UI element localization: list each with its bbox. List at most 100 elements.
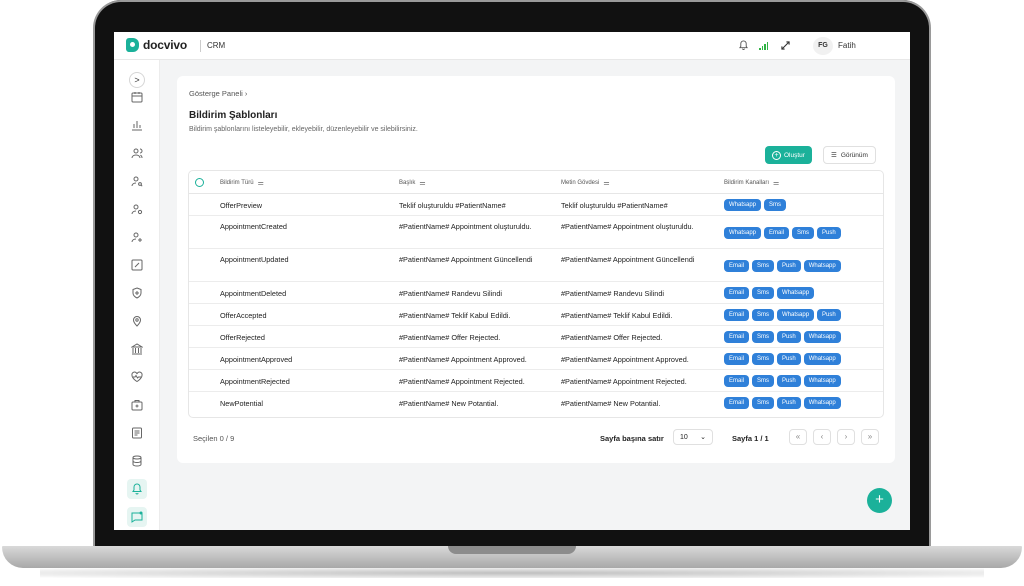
cell-body: #PatientName# Offer Rejected. bbox=[561, 333, 663, 342]
view-button[interactable]: ☰ Görünüm bbox=[823, 146, 876, 164]
table-row[interactable]: OfferAccepted #PatientName# Teklif Kabul … bbox=[189, 304, 883, 326]
channel-badge: Whatsapp bbox=[803, 259, 841, 272]
channel-badge: Push bbox=[817, 226, 841, 239]
sliders-icon: ☰ bbox=[831, 152, 837, 159]
sidebar-item-calendar[interactable] bbox=[127, 87, 147, 107]
filter-icon[interactable]: ⚌ bbox=[603, 179, 609, 187]
location-icon bbox=[132, 316, 142, 327]
rows-per-page-select[interactable]: 10 ⌄ bbox=[673, 429, 713, 445]
top-bar: docvivo CRM FG Fatih bbox=[114, 32, 910, 60]
table-row[interactable]: NewPotential #PatientName# New Potantial.… bbox=[189, 392, 883, 414]
channel-badge: Sms bbox=[752, 353, 775, 365]
user-name[interactable]: Fatih bbox=[838, 41, 856, 50]
channel-badge: Whatsapp bbox=[803, 353, 841, 365]
channel-badge: Whatsapp bbox=[803, 397, 841, 409]
user-search-icon bbox=[131, 176, 143, 187]
column-header-label: Metin Gövdesi bbox=[561, 180, 600, 186]
cell-type: AppointmentDeleted bbox=[220, 289, 287, 298]
table-row[interactable]: AppointmentRejected #PatientName# Appoint… bbox=[189, 370, 883, 392]
filter-icon[interactable]: ⚌ bbox=[419, 179, 425, 187]
column-header-body[interactable]: Metin Gövdesi ⚌ bbox=[561, 179, 610, 187]
notification-templates-table: Bildirim Türü ⚌ Başlık ⚌ Metin Gövdesi ⚌ Bi… bbox=[188, 170, 884, 418]
sidebar-item-security[interactable] bbox=[127, 283, 147, 303]
sidebar-item-reports[interactable] bbox=[127, 115, 147, 135]
cell-title: #PatientName# Teklif Kabul Edildi. bbox=[399, 311, 511, 320]
cell-type: AppointmentApproved bbox=[220, 355, 293, 364]
sidebar-item-health[interactable] bbox=[127, 367, 147, 387]
calendar-icon bbox=[131, 92, 143, 103]
heart-pulse-icon bbox=[131, 371, 143, 383]
logo[interactable]: docvivo bbox=[126, 38, 187, 52]
channel-badges: Whatsapp Sms bbox=[724, 199, 787, 211]
sidebar-item-discounts[interactable] bbox=[127, 255, 147, 275]
cell-title: #PatientName# Appointment Rejected. bbox=[399, 377, 525, 386]
sidebar-item-user-search[interactable] bbox=[127, 171, 147, 191]
table-row[interactable]: AppointmentApproved #PatientName# Appoint… bbox=[189, 348, 883, 370]
percent-icon bbox=[131, 259, 143, 271]
channel-badge: Email bbox=[724, 331, 750, 343]
channel-badge: Email bbox=[724, 375, 750, 387]
laptop-notch bbox=[448, 546, 576, 554]
column-header-title[interactable]: Başlık ⚌ bbox=[399, 179, 426, 187]
page-subtitle: Bildirim şablonlarını listeleyebilir, ek… bbox=[189, 126, 418, 133]
channel-badges: Email Sms Push Whatsapp bbox=[724, 353, 841, 365]
channel-badge: Whatsapp bbox=[724, 199, 762, 211]
cell-title: #PatientName# Appointment Güncellendi bbox=[399, 255, 533, 264]
sidebar-item-services[interactable] bbox=[127, 395, 147, 415]
channel-badge: Email bbox=[724, 259, 750, 272]
chevron-down-icon: ⌄ bbox=[700, 434, 706, 441]
previous-page-button[interactable]: ‹ bbox=[813, 429, 831, 445]
channel-badges: Email Sms Push Whatsapp bbox=[724, 397, 841, 409]
sidebar-item-user-settings[interactable] bbox=[127, 199, 147, 219]
user-settings-icon bbox=[131, 204, 143, 215]
module-name: CRM bbox=[200, 40, 225, 52]
fullscreen-icon[interactable] bbox=[780, 40, 790, 52]
last-page-button[interactable]: » bbox=[861, 429, 879, 445]
avatar[interactable]: FG bbox=[813, 37, 833, 55]
sidebar-item-users[interactable] bbox=[127, 143, 147, 163]
cell-body: #PatientName# Teklif Kabul Edildi. bbox=[561, 311, 673, 320]
channel-badge: Sms bbox=[752, 397, 775, 409]
channel-badge: Whatsapp bbox=[803, 331, 841, 343]
channel-badges: Email Sms Whatsapp Push bbox=[724, 309, 841, 321]
filter-icon[interactable]: ⚌ bbox=[258, 179, 264, 187]
sidebar-toggle-button[interactable]: > bbox=[129, 72, 145, 88]
create-button[interactable]: + Oluştur bbox=[765, 146, 812, 164]
sidebar-item-user-add[interactable] bbox=[127, 227, 147, 247]
next-page-button[interactable]: › bbox=[837, 429, 855, 445]
column-header-channels[interactable]: Bildirim Kanalları ⚌ bbox=[724, 179, 779, 187]
sidebar-item-messages[interactable] bbox=[127, 507, 147, 527]
column-header-type[interactable]: Bildirim Türü ⚌ bbox=[220, 179, 264, 187]
sidebar-item-institutions[interactable] bbox=[127, 339, 147, 359]
channel-badge: Sms bbox=[792, 226, 815, 239]
sidebar-item-locations[interactable] bbox=[127, 311, 147, 331]
breadcrumb-dashboard[interactable]: Gösterge Paneli bbox=[189, 89, 243, 98]
table-row[interactable]: AppointmentDeleted #PatientName# Randevu … bbox=[189, 282, 883, 304]
bank-icon bbox=[131, 343, 143, 355]
shield-icon bbox=[132, 287, 142, 299]
laptop-shadow bbox=[40, 568, 984, 578]
table-row[interactable]: AppointmentUpdated #PatientName# Appointm… bbox=[189, 249, 883, 282]
cell-title: #PatientName# Offer Rejected. bbox=[399, 333, 501, 342]
table-row[interactable]: AppointmentCreated #PatientName# Appointm… bbox=[189, 216, 883, 249]
breadcrumb[interactable]: Gösterge Paneli › bbox=[189, 89, 247, 98]
page-indicator: Sayfa 1 / 1 bbox=[732, 434, 769, 443]
sidebar-item-notifications[interactable] bbox=[127, 479, 147, 499]
sidebar-item-database[interactable] bbox=[127, 451, 147, 471]
table-row[interactable]: OfferPreview Teklif oluşturuldu #PatientN… bbox=[189, 194, 883, 216]
filter-icon[interactable]: ⚌ bbox=[773, 179, 779, 187]
channel-badge: Push bbox=[777, 331, 801, 343]
channel-badge: Whatsapp bbox=[724, 226, 762, 239]
floating-add-button[interactable]: + bbox=[867, 488, 892, 513]
page-title: Bildirim Şablonları bbox=[189, 110, 278, 121]
sidebar: > bbox=[114, 60, 160, 530]
cell-body: #PatientName# Randevu Silindi bbox=[561, 289, 665, 298]
select-all-checkbox[interactable] bbox=[195, 178, 204, 187]
rows-per-page-label: Sayfa başına satır bbox=[600, 434, 664, 443]
table-row[interactable]: OfferRejected #PatientName# Offer Rejecte… bbox=[189, 326, 883, 348]
bell-icon bbox=[132, 483, 142, 495]
bell-icon[interactable] bbox=[738, 40, 748, 52]
sidebar-item-documents[interactable] bbox=[127, 423, 147, 443]
first-page-button[interactable]: « bbox=[789, 429, 807, 445]
channel-badge: Sms bbox=[752, 309, 775, 321]
